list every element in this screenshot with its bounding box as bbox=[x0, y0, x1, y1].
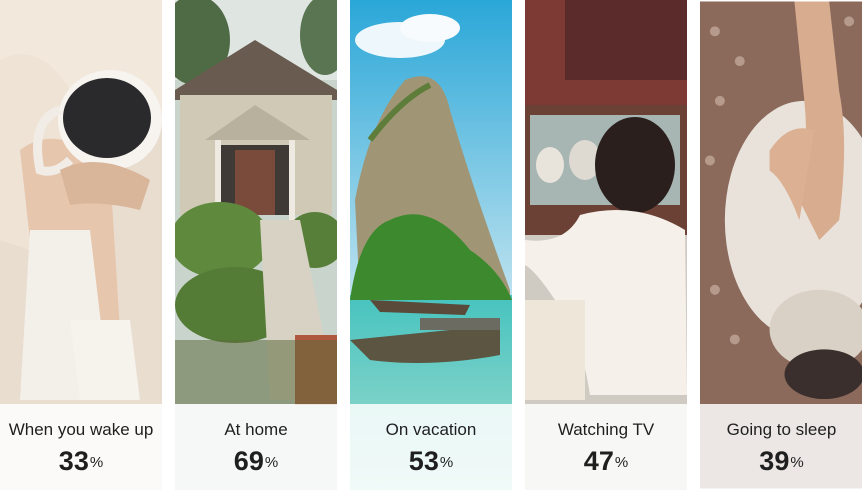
panel-percentage: 69% bbox=[175, 445, 337, 477]
panel-value: 47 bbox=[583, 446, 614, 476]
panel-at-home: At home 69% bbox=[175, 0, 337, 490]
panel-watching-tv: Watching TV 47% bbox=[525, 0, 687, 490]
percent-sign: % bbox=[439, 454, 454, 471]
percent-sign: % bbox=[790, 454, 804, 471]
panel-value: 33 bbox=[58, 446, 89, 476]
percent-sign: % bbox=[89, 454, 104, 471]
panel-value: 39 bbox=[759, 446, 790, 476]
panel-percentage: 33% bbox=[0, 445, 162, 477]
panel-label: When you wake up bbox=[8, 420, 154, 439]
panel-on-vacation: On vacation 53% bbox=[350, 0, 512, 490]
panel-label: At home bbox=[224, 420, 288, 439]
caption-watching-tv: Watching TV 47% bbox=[525, 404, 687, 490]
percent-sign: % bbox=[264, 454, 279, 471]
panel-label: Going to sleep bbox=[726, 420, 837, 439]
panel-value: 53 bbox=[408, 446, 439, 476]
caption-going-to-sleep: Going to sleep 39% bbox=[700, 404, 863, 490]
panel-going-to-sleep: Going to sleep 39% bbox=[700, 0, 863, 490]
caption-on-vacation: On vacation 53% bbox=[350, 404, 512, 490]
panel-label: On vacation bbox=[385, 420, 477, 439]
panel-label: Watching TV bbox=[557, 420, 655, 439]
panel-wake-up: When you wake up 33% bbox=[0, 0, 162, 490]
panel-percentage: 53% bbox=[350, 445, 512, 477]
caption-at-home: At home 69% bbox=[175, 404, 337, 490]
panel-percentage: 39% bbox=[700, 445, 863, 477]
percent-sign: % bbox=[614, 454, 629, 471]
panel-value: 69 bbox=[233, 446, 264, 476]
caption-wake-up: When you wake up 33% bbox=[0, 404, 162, 490]
panel-percentage: 47% bbox=[525, 445, 687, 477]
